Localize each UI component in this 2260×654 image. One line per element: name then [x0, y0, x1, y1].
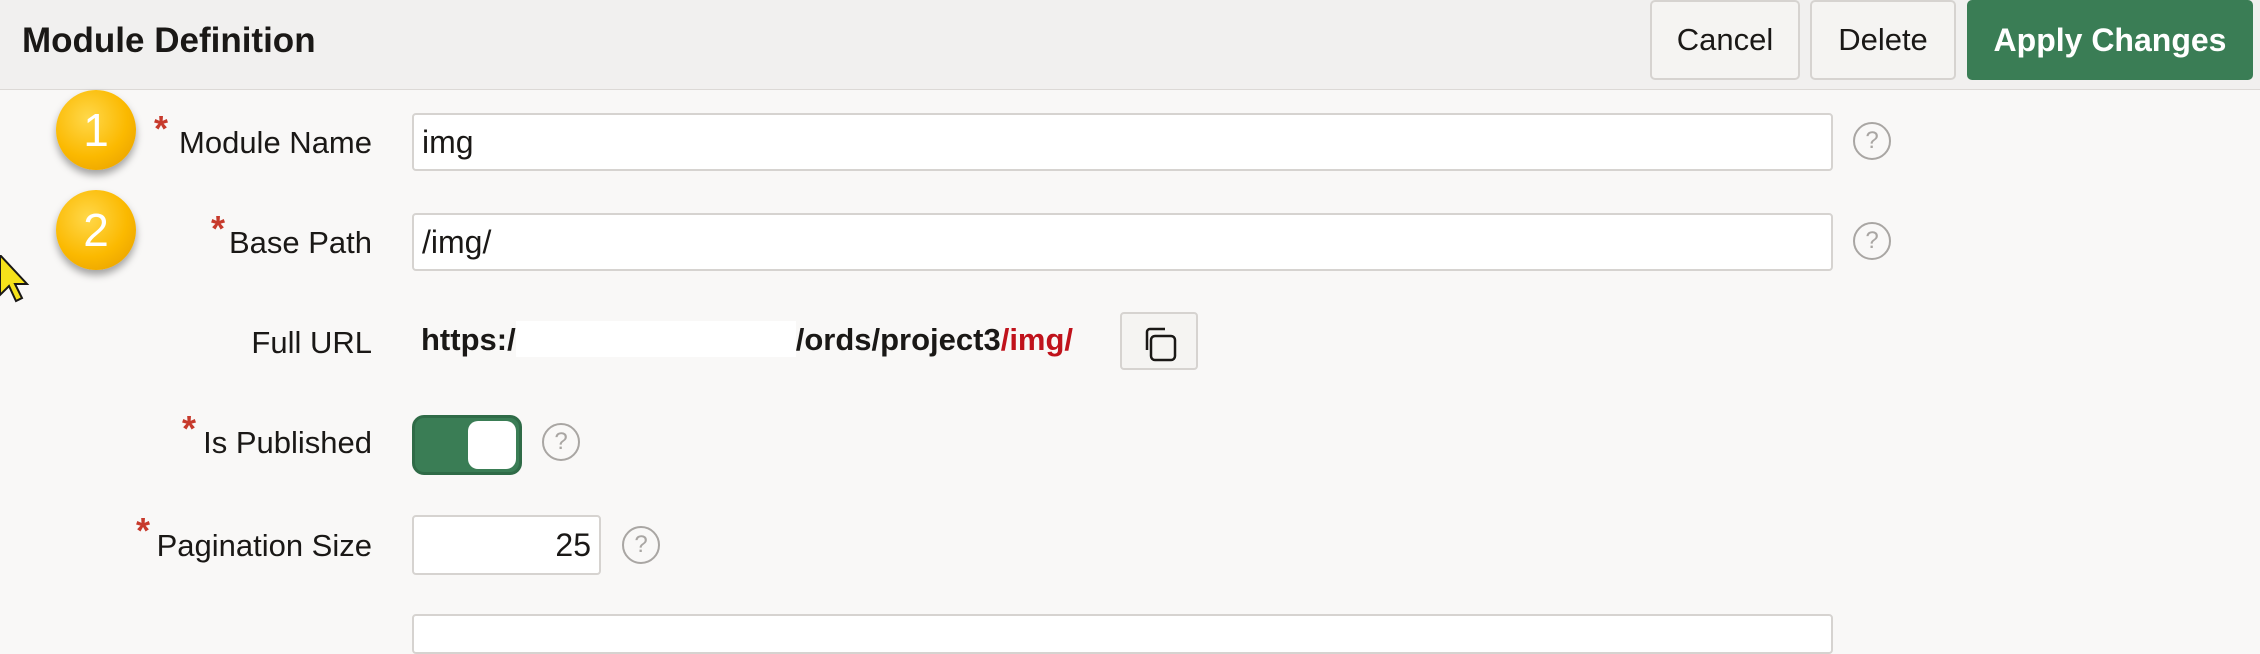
required-marker: *: [136, 510, 151, 551]
full-url-value: https:/ /ords/project3/img/: [421, 320, 1074, 358]
module-name-label: Module Name: [179, 125, 372, 160]
base-path-input[interactable]: [412, 213, 1833, 271]
required-marker: *: [211, 208, 226, 249]
is-published-label: Is Published: [203, 425, 372, 460]
redacted-host: [515, 320, 796, 357]
step-badge-1: 1: [56, 90, 136, 170]
step-badge-2: 2: [56, 190, 136, 270]
full-url-label: Full URL: [251, 325, 372, 360]
next-field-input[interactable]: [412, 614, 1833, 654]
copy-icon: [1145, 327, 1177, 362]
pagination-size-label: Pagination Size: [156, 528, 372, 563]
help-icon[interactable]: ?: [1853, 222, 1891, 260]
module-name-input[interactable]: [412, 113, 1833, 171]
pagination-size-input[interactable]: 25: [412, 515, 601, 575]
page-title: Module Definition: [22, 21, 316, 60]
mouse-pointer-icon: [0, 255, 30, 303]
page-header: Module Definition Cancel Delete Apply Ch…: [0, 0, 2260, 90]
help-icon[interactable]: ?: [542, 423, 580, 461]
required-marker: *: [182, 408, 197, 449]
url-path: /ords/project3: [795, 322, 1001, 357]
toggle-knob: [468, 421, 516, 469]
copy-url-button[interactable]: [1120, 312, 1198, 370]
url-prefix: https:/: [421, 322, 516, 357]
cancel-button[interactable]: Cancel: [1650, 0, 1800, 80]
required-marker: *: [154, 108, 169, 149]
delete-button[interactable]: Delete: [1810, 0, 1956, 80]
is-published-toggle[interactable]: [412, 415, 522, 475]
help-icon[interactable]: ?: [622, 526, 660, 564]
url-module-path: /img/: [1000, 322, 1074, 357]
help-icon[interactable]: ?: [1853, 122, 1891, 160]
apply-changes-button[interactable]: Apply Changes: [1967, 0, 2253, 80]
base-path-label: Base Path: [228, 225, 372, 260]
